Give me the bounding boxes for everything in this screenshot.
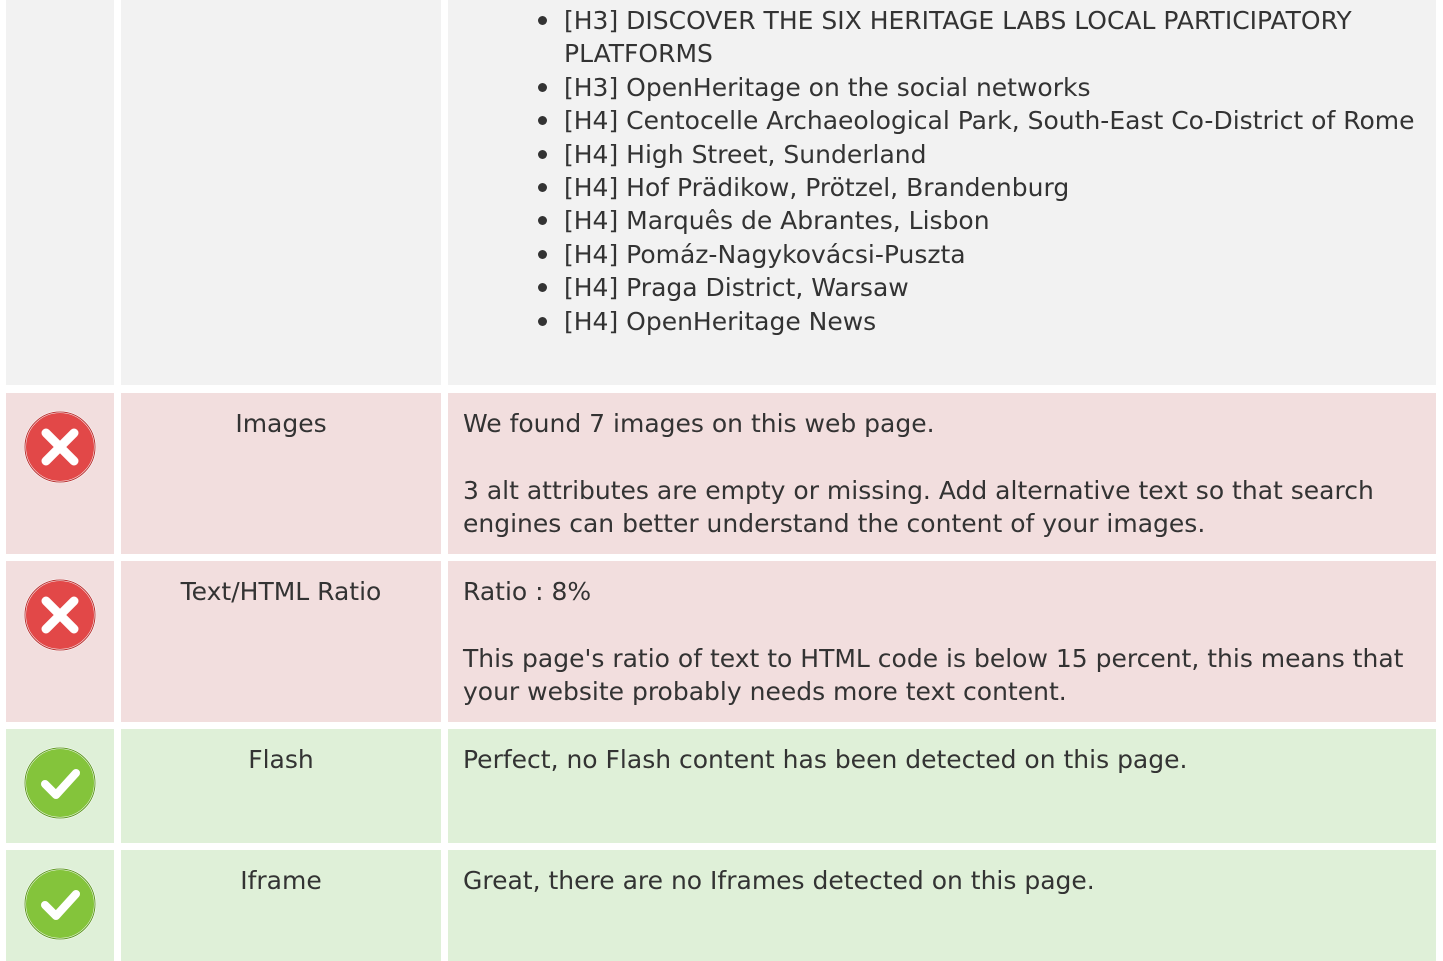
error-x-icon (24, 411, 96, 483)
check-paragraph: Ratio : 8% (463, 577, 592, 606)
check-paragraph: This page's ratio of text to HTML code i… (463, 643, 1404, 707)
check-title: Iframe (240, 866, 322, 895)
headings-row: [H3] DISCOVER THE SIX HERITAGE LABS LOCA… (0, 0, 1443, 385)
check-title: Flash (248, 745, 314, 774)
iframe-check-row: Iframe Great, there are no Iframes detec… (0, 850, 1443, 961)
images-check-row: Images We found 7 images on this web pag… (0, 393, 1443, 554)
flash-content-cell: Perfect, no Flash content has been detec… (448, 729, 1436, 843)
images-status-cell (6, 393, 114, 554)
iframe-label-cell: Iframe (121, 850, 441, 961)
success-check-icon (24, 747, 96, 819)
success-check-icon (24, 868, 96, 940)
headings-status-cell (6, 0, 114, 385)
check-description: We found 7 images on this web page. 3 al… (463, 407, 1421, 541)
ratio-content-cell: Ratio : 8% This page's ratio of text to … (448, 561, 1436, 722)
check-description: Ratio : 8% This page's ratio of text to … (463, 575, 1421, 709)
heading-item: [H4] Pomáz-Nagykovácsi-Puszta (538, 238, 1424, 271)
heading-item: [H4] OpenHeritage News (538, 305, 1424, 338)
headings-content-cell: [H3] DISCOVER THE SIX HERITAGE LABS LOCA… (448, 0, 1436, 385)
ratio-status-cell (6, 561, 114, 722)
text-html-ratio-check-row: Text/HTML Ratio Ratio : 8% This page's r… (0, 561, 1443, 722)
check-paragraph: We found 7 images on this web page. (463, 409, 935, 438)
heading-item: [H3] DISCOVER THE SIX HERITAGE LABS LOCA… (538, 4, 1424, 71)
heading-item: [H4] High Street, Sunderland (538, 138, 1424, 171)
check-paragraph: 3 alt attributes are empty or missing. A… (463, 475, 1374, 539)
heading-item: [H4] Centocelle Archaeological Park, Sou… (538, 104, 1424, 137)
check-title: Images (235, 409, 327, 438)
error-x-icon (24, 579, 96, 651)
images-content-cell: We found 7 images on this web page. 3 al… (448, 393, 1436, 554)
check-title: Text/HTML Ratio (180, 577, 382, 606)
iframe-content-cell: Great, there are no Iframes detected on … (448, 850, 1436, 961)
ratio-label-cell: Text/HTML Ratio (121, 561, 441, 722)
flash-status-cell (6, 729, 114, 843)
headings-list: [H3] DISCOVER THE SIX HERITAGE LABS LOCA… (448, 4, 1424, 338)
heading-item: [H4] Hof Prädikow, Prötzel, Brandenburg (538, 171, 1424, 204)
heading-item: [H4] Marquês de Abrantes, Lisbon (538, 204, 1424, 237)
heading-item: [H4] Praga District, Warsaw (538, 271, 1424, 304)
iframe-status-cell (6, 850, 114, 961)
flash-check-row: Flash Perfect, no Flash content has been… (0, 729, 1443, 843)
check-paragraph: Great, there are no Iframes detected on … (463, 866, 1095, 895)
check-paragraph: Perfect, no Flash content has been detec… (463, 745, 1188, 774)
check-description: Great, there are no Iframes detected on … (463, 864, 1421, 897)
images-label-cell: Images (121, 393, 441, 554)
check-description: Perfect, no Flash content has been detec… (463, 743, 1421, 776)
heading-item: [H3] OpenHeritage on the social networks (538, 71, 1424, 104)
flash-label-cell: Flash (121, 729, 441, 843)
headings-label-cell (121, 0, 441, 385)
